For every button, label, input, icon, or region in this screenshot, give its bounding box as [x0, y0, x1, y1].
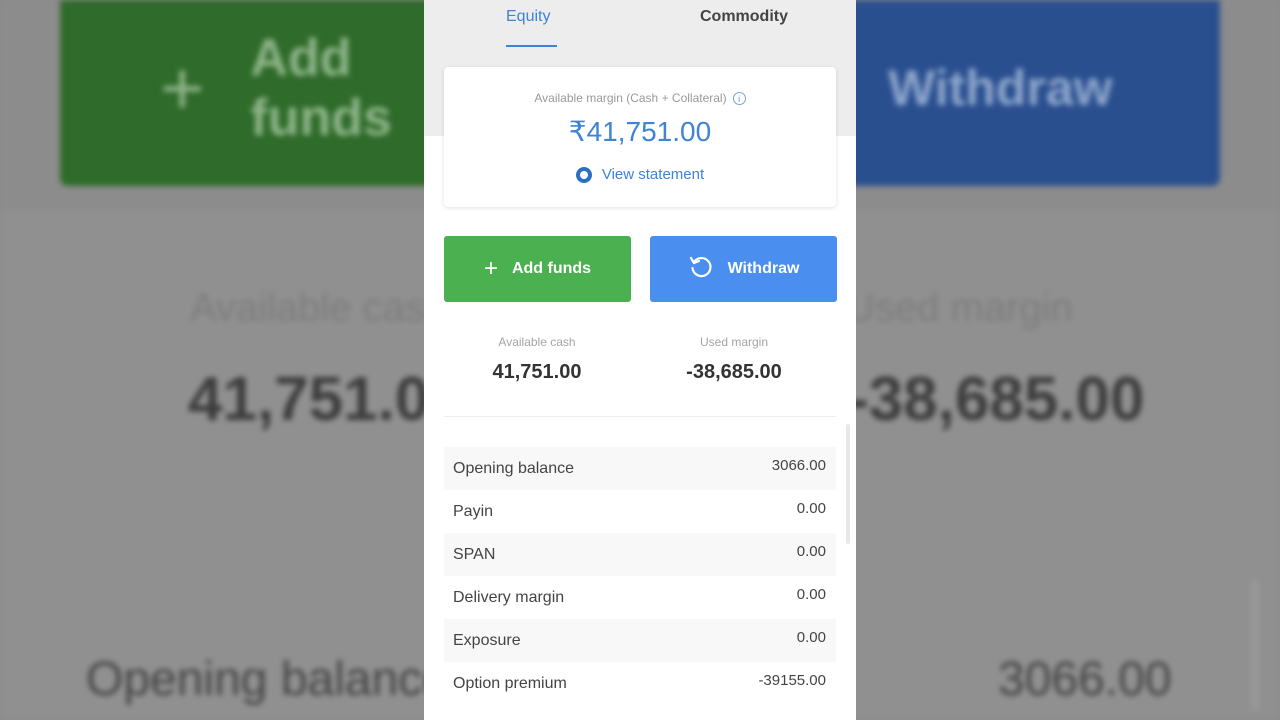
- list-item: Delivery margin 0.00: [444, 576, 836, 619]
- bg-withdraw-label: Withdraw: [888, 60, 1113, 116]
- row-label: Exposure: [453, 632, 521, 649]
- used-margin-label: Used margin: [699, 335, 769, 349]
- margin-breakdown-list: Opening balance 3066.00 Payin 0.00 SPAN …: [444, 447, 836, 705]
- bg-opening-balance-label: Opening balance: [86, 653, 449, 706]
- row-label: Opening balance: [453, 460, 574, 477]
- row-label: SPAN: [453, 546, 496, 563]
- active-tab-indicator: [506, 45, 557, 47]
- available-cash-value: 41,751.00: [492, 361, 582, 383]
- add-funds-button[interactable]: + Add funds: [444, 236, 631, 302]
- used-margin-summary: Used margin -38,685.00: [634, 335, 834, 384]
- view-statement-link[interactable]: View statement: [444, 166, 836, 183]
- bg-used-margin-label: Used margin: [846, 286, 1073, 330]
- used-margin-value: -38,685.00: [686, 361, 782, 383]
- info-icon[interactable]: i: [732, 91, 746, 105]
- statement-icon: [575, 166, 592, 183]
- divider: [444, 416, 836, 417]
- tab-equity[interactable]: Equity: [506, 8, 550, 26]
- list-item: Payin 0.00: [444, 490, 836, 533]
- bg-opening-balance-value: 3066.00: [998, 653, 1172, 706]
- row-label: Option premium: [453, 675, 567, 692]
- bg-withdraw-button: Withdraw: [830, 0, 1220, 186]
- withdraw-label: Withdraw: [727, 260, 800, 277]
- withdraw-button[interactable]: Withdraw: [650, 236, 837, 302]
- available-margin-card: Available margin (Cash + Collateral) i ₹…: [444, 67, 836, 207]
- row-value: 0.00: [796, 629, 826, 646]
- funds-panel: Equity Commodity Available margin (Cash …: [424, 0, 856, 720]
- segment-tabs: Equity Commodity: [424, 0, 856, 48]
- list-item: Option premium -39155.00: [444, 662, 836, 705]
- tab-commodity[interactable]: Commodity: [700, 8, 788, 26]
- add-funds-label: Add funds: [511, 260, 592, 277]
- row-value: -39155.00: [758, 672, 826, 689]
- scrollbar[interactable]: [846, 424, 850, 544]
- list-item: SPAN 0.00: [444, 533, 836, 576]
- available-cash-label: Available cash: [498, 335, 576, 349]
- bg-add-funds-button: + Add funds: [60, 0, 460, 186]
- row-value: 0.00: [796, 500, 826, 517]
- list-item: Exposure 0.00: [444, 619, 836, 662]
- bg-scrollbar: [1252, 580, 1258, 710]
- bg-available-cash-label: Available cash: [190, 286, 448, 330]
- available-margin-value: ₹41,751.00: [568, 116, 712, 147]
- list-item: Opening balance 3066.00: [444, 447, 836, 490]
- row-label: Delivery margin: [453, 589, 565, 606]
- available-margin-label: Available margin (Cash + Collateral): [534, 91, 727, 105]
- bg-used-margin-value: -38,685.00: [848, 365, 1145, 434]
- row-label: Payin: [453, 503, 494, 520]
- row-value: 0.00: [796, 586, 826, 603]
- plus-icon: +: [483, 255, 498, 282]
- row-value: 3066.00: [771, 457, 826, 474]
- bg-plus-icon: +: [160, 45, 205, 131]
- withdraw-icon: [688, 254, 714, 285]
- bg-available-cash-value: 41,751.00: [188, 365, 464, 434]
- row-value: 0.00: [796, 543, 826, 560]
- available-margin-label-row: Available margin (Cash + Collateral) i: [444, 91, 836, 105]
- available-cash-summary: Available cash 41,751.00: [437, 335, 637, 384]
- view-statement-label: View statement: [601, 166, 705, 183]
